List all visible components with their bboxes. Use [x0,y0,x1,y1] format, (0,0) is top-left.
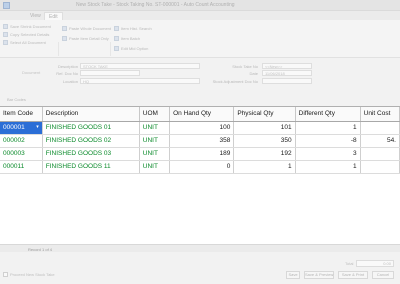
on-hand-qty-cell: 100 [169,121,235,135]
location-label: Location [62,79,78,84]
edit-icon [114,46,119,51]
date-input[interactable]: 11/06/2018 [262,70,312,76]
item-code-cell[interactable]: 000002 [0,134,43,148]
column-header-unit-cost[interactable]: Unit Cost [360,107,400,122]
column-header-description[interactable]: Description [42,107,140,122]
select-icon [3,40,8,45]
different-qty-cell: -8 [295,134,361,148]
description-input[interactable]: STOCK TAKE [80,63,200,69]
copy-selected-button[interactable]: Copy Selected Details [3,32,49,37]
uom-cell[interactable]: UNIT [139,134,171,148]
physical-qty-cell[interactable]: 192 [233,147,296,161]
save-preview-button[interactable]: Save & Preview [304,271,334,279]
item-code-cell[interactable]: 000001 ▾ [0,121,43,135]
save-button[interactable]: Save [286,271,300,279]
physical-qty-cell[interactable]: 350 [233,134,296,148]
ribbon-tabs: View Edit [0,11,400,20]
paste-icon [62,26,67,31]
cancel-button[interactable]: Cancel [372,271,394,279]
item-search-button[interactable]: Item Hist. Search [114,26,152,31]
search-icon [114,26,119,31]
window-title: New Stock Take - Stock Taking No. ST-000… [76,2,235,8]
description-label: Description [57,64,78,69]
tab-view[interactable]: View [26,12,45,20]
table-row[interactable]: 000003 FINISHED GOODS 03 UNIT 189 192 3 [0,147,400,161]
stock-take-no-input[interactable]: <<New>> [262,63,312,69]
on-hand-qty-cell: 0 [169,160,235,174]
group-label-document: Document [22,70,41,75]
item-code-cell[interactable]: 000003 [0,147,43,161]
table-header-row: Item Code Description UOM On Hand Qty Ph… [0,107,400,122]
paste-detail-icon [62,36,67,41]
tab-edit[interactable]: Edit [44,12,63,20]
table-row[interactable]: 000001 ▾ FINISHED GOODS 01 UNIT 100 101 1 [0,121,400,135]
app-icon [3,2,10,9]
stock-take-table: Item Code Description UOM On Hand Qty Ph… [0,107,400,174]
on-hand-qty-cell: 189 [169,147,235,161]
column-header-physical-qty[interactable]: Physical Qty [233,107,296,122]
ribbon: Save Shrink Document Copy Selected Detai… [0,20,400,75]
save-shrink-button[interactable]: Save Shrink Document [3,24,51,29]
select-all-button[interactable]: Select All Document [3,40,46,45]
different-qty-cell: 3 [295,147,361,161]
ribbon-divider [58,42,59,56]
paste-whole-button[interactable]: Paste Whole Document [62,26,111,31]
adjustment-doc-label: Stock Adjustment Doc No [212,79,258,84]
column-header-uom[interactable]: UOM [139,107,171,122]
unit-cost-cell[interactable] [360,160,400,174]
proceed-new-checkbox[interactable] [3,272,8,277]
stock-take-no-label: Stock Take No [232,64,258,69]
proceed-new-label: Proceed New Stock Take [10,272,55,277]
bar-codes-label: Bar Codes [7,97,26,102]
save-print-button[interactable]: Save & Print [338,271,368,279]
item-batch-button[interactable]: Item Batch [114,36,140,41]
paste-detail-button[interactable]: Paste Item Detail Only [62,36,109,41]
description-cell[interactable]: FINISHED GOODS 03 [42,147,140,161]
physical-qty-cell[interactable]: 1 [233,160,296,174]
description-cell[interactable]: FINISHED GOODS 02 [42,134,140,148]
copy-icon [3,32,8,37]
item-code-cell[interactable]: 000011 [0,160,43,174]
dropdown-arrow-icon[interactable]: ▾ [36,124,39,130]
items-grid: Item Code Description UOM On Hand Qty Ph… [0,106,400,251]
uom-cell[interactable]: UNIT [139,147,171,161]
ref-doc-label: Ref. Doc No [56,71,78,76]
location-select[interactable]: HQ [80,78,200,84]
unit-cost-cell[interactable] [360,147,400,161]
unit-cost-cell[interactable]: 54. [360,134,400,148]
table-row[interactable]: 000011 FINISHED GOODS 11 UNIT 0 1 1 [0,160,400,174]
batch-icon [114,36,119,41]
column-header-different-qty[interactable]: Different Qty [295,107,361,122]
grid-navigator: Record 1 of 4 [0,244,400,252]
date-label: Date [249,71,258,76]
save-icon [3,24,8,29]
physical-qty-cell[interactable]: 101 [233,121,296,135]
on-hand-qty-cell: 358 [169,134,235,148]
edit-mid-option-button[interactable]: Edit Mid Option [114,46,148,51]
description-cell[interactable]: FINISHED GOODS 01 [42,121,140,135]
uom-cell[interactable]: UNIT [139,121,171,135]
different-qty-cell: 1 [295,160,361,174]
uom-cell[interactable]: UNIT [139,160,171,174]
description-cell[interactable]: FINISHED GOODS 11 [42,160,140,174]
ribbon-divider [110,42,111,56]
unit-cost-cell[interactable] [360,121,400,135]
column-header-on-hand-qty[interactable]: On Hand Qty [169,107,235,122]
column-header-item-code[interactable]: Item Code [0,107,43,122]
title-bar: New Stock Take - Stock Taking No. ST-000… [0,0,400,11]
ref-doc-input[interactable] [80,70,140,76]
adjustment-doc-input[interactable] [262,78,312,84]
different-qty-cell: 1 [295,121,361,135]
table-row[interactable]: 000002 FINISHED GOODS 02 UNIT 358 350 -8… [0,134,400,148]
footer [0,252,400,284]
total-field: 0.00 [356,260,394,267]
total-label: Total [345,261,354,266]
